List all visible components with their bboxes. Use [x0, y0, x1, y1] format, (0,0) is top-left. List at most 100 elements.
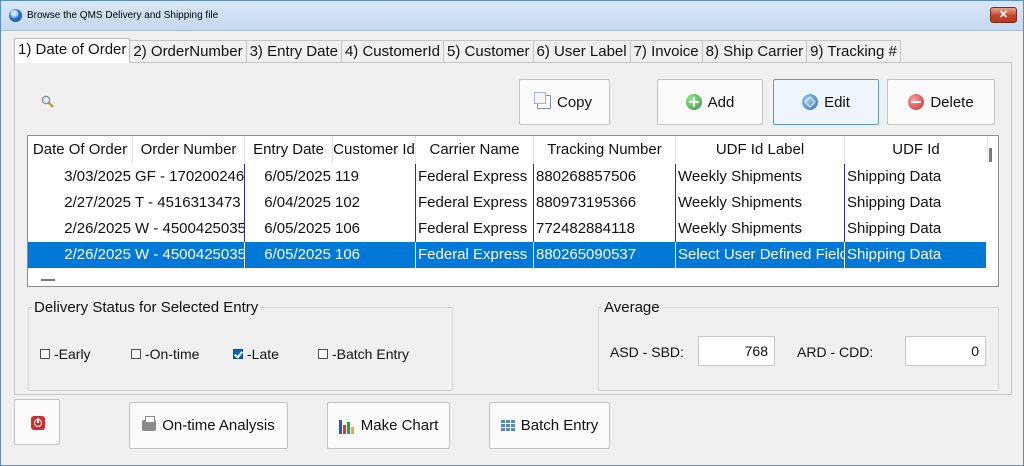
tab-invoice[interactable]: 7) Invoice — [629, 40, 703, 63]
orders-grid[interactable]: Date Of Order Order Number Entry Date Cu… — [27, 135, 999, 287]
cell-udf-label: Weekly Shipments — [676, 190, 845, 216]
delete-button[interactable]: Delete — [887, 79, 995, 125]
cell-entry-date: 6/05/2025 — [264, 220, 331, 237]
tab-tracking[interactable]: 9) Tracking # — [806, 40, 901, 63]
ard-cdd-field[interactable]: 0 — [905, 336, 986, 366]
make-chart-label: Make Chart — [360, 417, 439, 434]
ontime-analysis-label: On-time Analysis — [162, 417, 275, 434]
cell-entry-date: 6/05/2025 — [264, 246, 331, 263]
cell-carrier-name: Federal Express — [416, 216, 534, 242]
table-row[interactable]: 3/03/2025 GF - 1702002463 6/05/2025 119 … — [28, 164, 988, 190]
cell-udf-id: Shipping Data — [847, 220, 942, 237]
horizontal-scrollbar[interactable] — [41, 279, 55, 281]
cell-tracking-number: 880265090537 — [534, 242, 676, 268]
batch-entry-button[interactable]: Batch Entry — [489, 402, 610, 449]
asd-sbd-field[interactable]: 768 — [698, 336, 775, 366]
cell-tracking-number: 772482884118 — [534, 216, 676, 242]
cell-entry-date: 6/05/2025 — [264, 168, 331, 185]
checkbox-box[interactable] — [40, 349, 50, 359]
app-icon — [9, 9, 22, 22]
cell-order-number: T - 4516313473 — [133, 190, 245, 216]
search-icon[interactable] — [41, 95, 54, 108]
exit-button[interactable] — [14, 399, 60, 445]
power-icon — [31, 416, 45, 430]
cell-udf-id: Shipping Data — [847, 194, 942, 211]
make-chart-button[interactable]: Make Chart — [327, 402, 450, 449]
asd-sbd-label: ASD - SBD: — [610, 344, 684, 360]
average-title: Average — [602, 299, 662, 316]
early-label: -Early — [54, 346, 91, 362]
cell-udf-id: Shipping Data — [847, 168, 942, 185]
tab-date-of-order[interactable]: 1) Date of Order — [14, 38, 131, 63]
column-header[interactable]: UDF Id — [845, 136, 988, 163]
vertical-scrollbar[interactable] — [989, 148, 992, 162]
checkbox-box[interactable] — [318, 349, 328, 359]
grid-header: Date Of Order Order Number Entry Date Cu… — [28, 136, 988, 163]
window-title: Browse the QMS Delivery and Shipping fil… — [27, 10, 219, 21]
chart-icon — [338, 418, 355, 434]
delete-icon — [908, 94, 925, 110]
early-checkbox[interactable]: -Early — [40, 346, 91, 362]
batch-entry-checkbox[interactable]: -Batch Entry — [318, 346, 409, 362]
copy-icon — [533, 92, 551, 109]
tab-customer[interactable]: 5) Customer — [443, 40, 534, 63]
column-header[interactable]: Date Of Order — [28, 136, 133, 163]
cell-udf-label: Weekly Shipments — [676, 164, 845, 190]
copy-label: Copy — [556, 93, 593, 111]
checkbox-box-checked[interactable] — [233, 349, 243, 359]
column-header[interactable]: Carrier Name — [416, 136, 534, 163]
batch-entry-label: -Batch Entry — [332, 346, 410, 362]
cell-customer-id: 119 — [333, 164, 416, 190]
edit-label: Edit — [824, 93, 850, 111]
cell-customer-id: 102 — [333, 190, 416, 216]
cell-entry-date: 6/04/2025 — [264, 194, 331, 211]
ontime-label: -On-time — [145, 346, 200, 362]
column-header[interactable]: Customer Id — [333, 136, 416, 163]
cell-carrier-name: Federal Express — [416, 164, 534, 190]
tab-order-number[interactable]: 2) OrderNumber — [129, 40, 247, 63]
tab-ship-carrier[interactable]: 8) Ship Carrier — [701, 40, 808, 63]
delivery-status-title: Delivery Status for Selected Entry — [32, 299, 261, 316]
cell-date-of-order: 2/27/2025 — [64, 194, 131, 211]
close-button[interactable]: ✕ — [990, 7, 1017, 23]
tab-user-label[interactable]: 6) User Label — [532, 40, 631, 63]
app-window: Browse the QMS Delivery and Shipping fil… — [0, 0, 1024, 466]
cell-customer-id: 106 — [333, 242, 416, 268]
title-bar[interactable]: Browse the QMS Delivery and Shipping fil… — [1, 1, 1023, 31]
edit-icon — [802, 94, 819, 110]
printer-icon — [142, 416, 157, 431]
cell-udf-id: Shipping Data — [847, 246, 942, 263]
copy-button[interactable]: Copy — [519, 79, 610, 125]
table-row[interactable]: 2/27/2025 T - 4516313473 6/04/2025 102 F… — [28, 190, 988, 216]
cell-order-number: W - 4500425035 — [133, 216, 245, 242]
table-row-selected[interactable]: 2/26/2025 W - 4500425035 6/05/2025 106 F… — [28, 242, 986, 268]
batch-entry-button-label: Batch Entry — [520, 417, 599, 434]
column-header[interactable]: Entry Date — [245, 136, 333, 163]
column-header[interactable]: Order Number — [133, 136, 245, 163]
checkbox-box[interactable] — [131, 349, 141, 359]
ontime-analysis-button[interactable]: On-time Analysis — [129, 402, 288, 449]
tab-strip: 1) Date of Order 2) OrderNumber 3) Entry… — [14, 38, 901, 63]
cell-order-number: W - 4500425035 — [133, 242, 245, 268]
tab-customer-id[interactable]: 4) CustomerId — [340, 40, 445, 63]
add-label: Add — [707, 93, 735, 111]
edit-button[interactable]: Edit — [773, 79, 879, 125]
cell-tracking-number: 880973195366 — [534, 190, 676, 216]
table-row[interactable]: 2/26/2025 W - 4500425035 6/05/2025 106 F… — [28, 216, 988, 242]
cell-udf-label: Weekly Shipments — [676, 216, 845, 242]
cell-date-of-order: 2/26/2025 — [64, 246, 131, 263]
cell-tracking-number: 880268857506 — [534, 164, 676, 190]
cell-carrier-name: Federal Express — [416, 190, 534, 216]
tab-entry-date[interactable]: 3) Entry Date — [245, 40, 342, 63]
ontime-checkbox[interactable]: -On-time — [131, 346, 199, 362]
column-header[interactable]: Tracking Number — [534, 136, 676, 163]
cell-customer-id: 106 — [333, 216, 416, 242]
cell-carrier-name: Federal Express — [416, 242, 534, 268]
ard-cdd-label: ARD - CDD: — [797, 344, 874, 360]
column-header[interactable]: UDF Id Label — [676, 136, 845, 163]
cell-order-number: GF - 1702002463 — [133, 164, 245, 190]
late-label: -Late — [247, 346, 279, 362]
late-checkbox[interactable]: -Late — [233, 346, 279, 362]
delete-label: Delete — [930, 93, 974, 111]
add-button[interactable]: Add — [657, 79, 763, 125]
